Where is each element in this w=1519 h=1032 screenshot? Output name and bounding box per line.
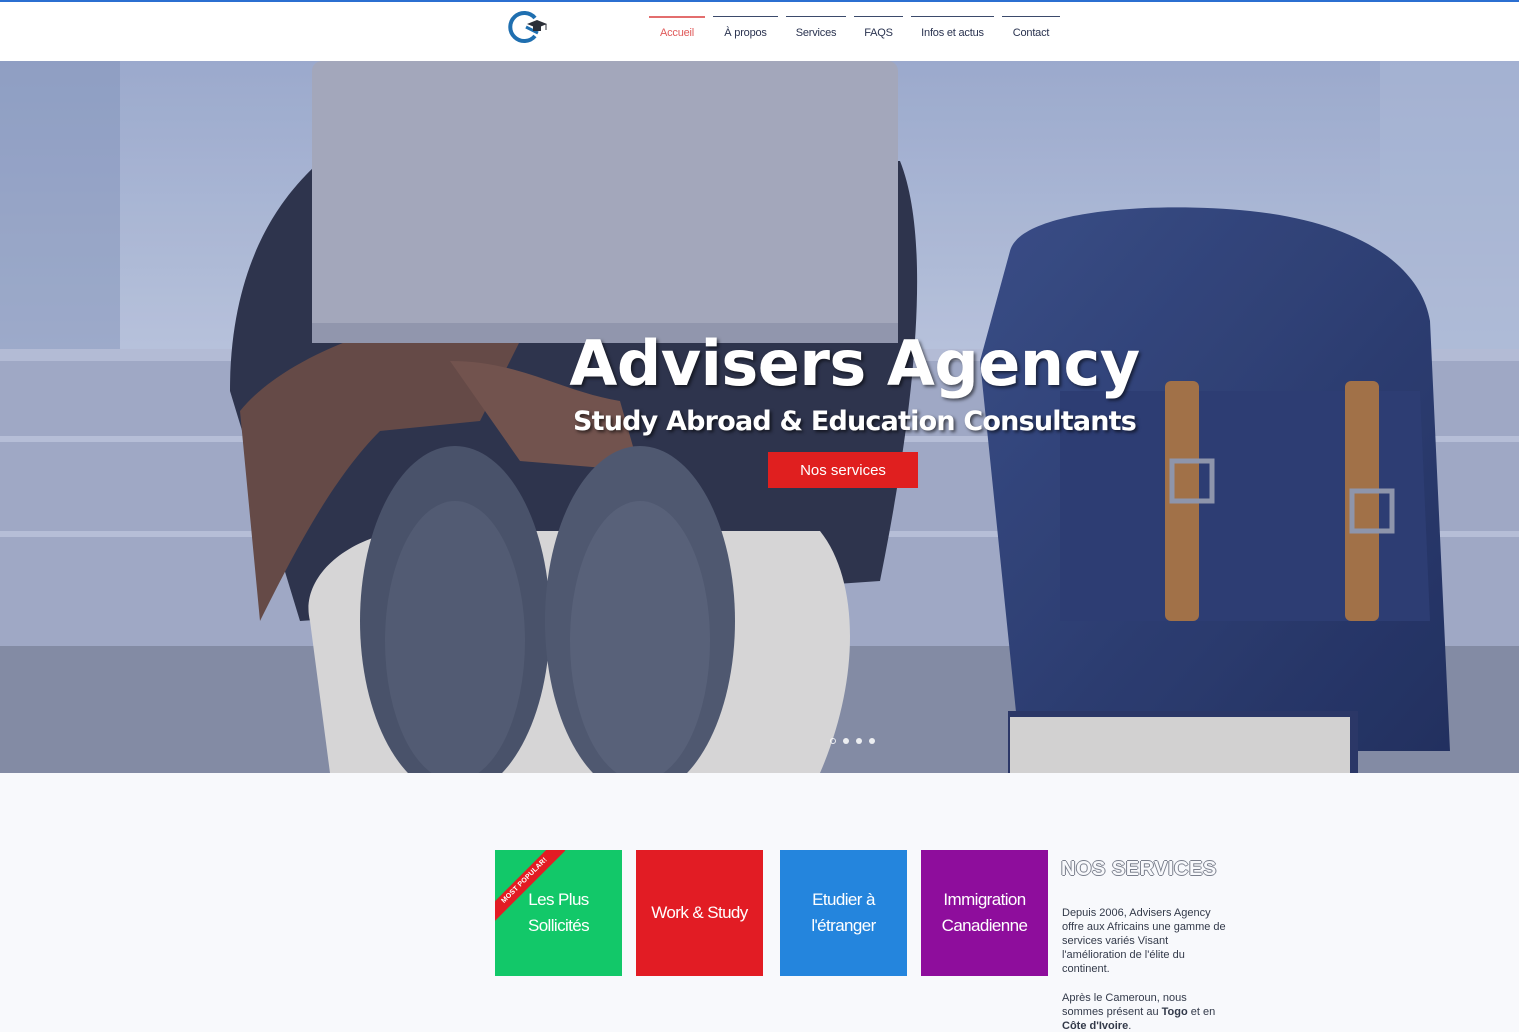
service-tile-les-plus-sollicites[interactable]: MOST POPULAR! Les Plus Sollicités <box>495 850 622 976</box>
tile-label: Les Plus Sollicités <box>527 890 590 935</box>
slide-dot-3[interactable] <box>856 738 862 744</box>
slideshow-dots <box>830 738 875 744</box>
service-tile-etudier-etranger[interactable]: Etudier à l'étranger <box>780 850 907 976</box>
hero-subtitle: Study Abroad & Education Consultants <box>572 406 1137 437</box>
services-intro-text: Depuis 2006, Advisers Agency offre aux A… <box>1062 907 1226 975</box>
nav-services[interactable]: Services <box>786 16 846 48</box>
main-nav: Accueil À propos Services FAQS Infos et … <box>649 16 1060 48</box>
nav-a-propos[interactable]: À propos <box>713 16 778 48</box>
services-presence-text: Après le Cameroun, nous sommes présent a… <box>1062 992 1216 1032</box>
slide-dot-2[interactable] <box>843 738 849 744</box>
nav-contact[interactable]: Contact <box>1002 16 1060 48</box>
slide-dot-4[interactable] <box>869 738 875 744</box>
nav-infos-actus[interactable]: Infos et actus <box>911 16 994 48</box>
agency-logo-icon[interactable] <box>505 6 547 46</box>
tile-label: Immigration Canadienne <box>941 890 1028 935</box>
country-togo: Togo <box>1161 1006 1188 1018</box>
nos-services-button[interactable]: Nos services <box>768 452 918 488</box>
tile-label: Work & Study <box>651 903 748 922</box>
country-cote-divoire: Côte d'Ivoire <box>1062 1020 1129 1032</box>
service-tile-immigration-canadienne[interactable]: Immigration Canadienne <box>921 850 1048 976</box>
slide-dot-1[interactable] <box>830 738 836 744</box>
nav-faqs[interactable]: FAQS <box>854 16 903 48</box>
site-header: Accueil À propos Services FAQS Infos et … <box>0 0 1519 61</box>
hero-title: Advisers Agency <box>569 327 1140 400</box>
hero-slideshow: Advisers Agency Study Abroad & Education… <box>0 61 1519 773</box>
tile-label: Etudier à l'étranger <box>811 890 876 935</box>
services-heading: NOS SERVICES <box>1061 858 1217 880</box>
service-tile-work-study[interactable]: Work & Study <box>636 850 763 976</box>
nav-accueil[interactable]: Accueil <box>649 16 705 48</box>
